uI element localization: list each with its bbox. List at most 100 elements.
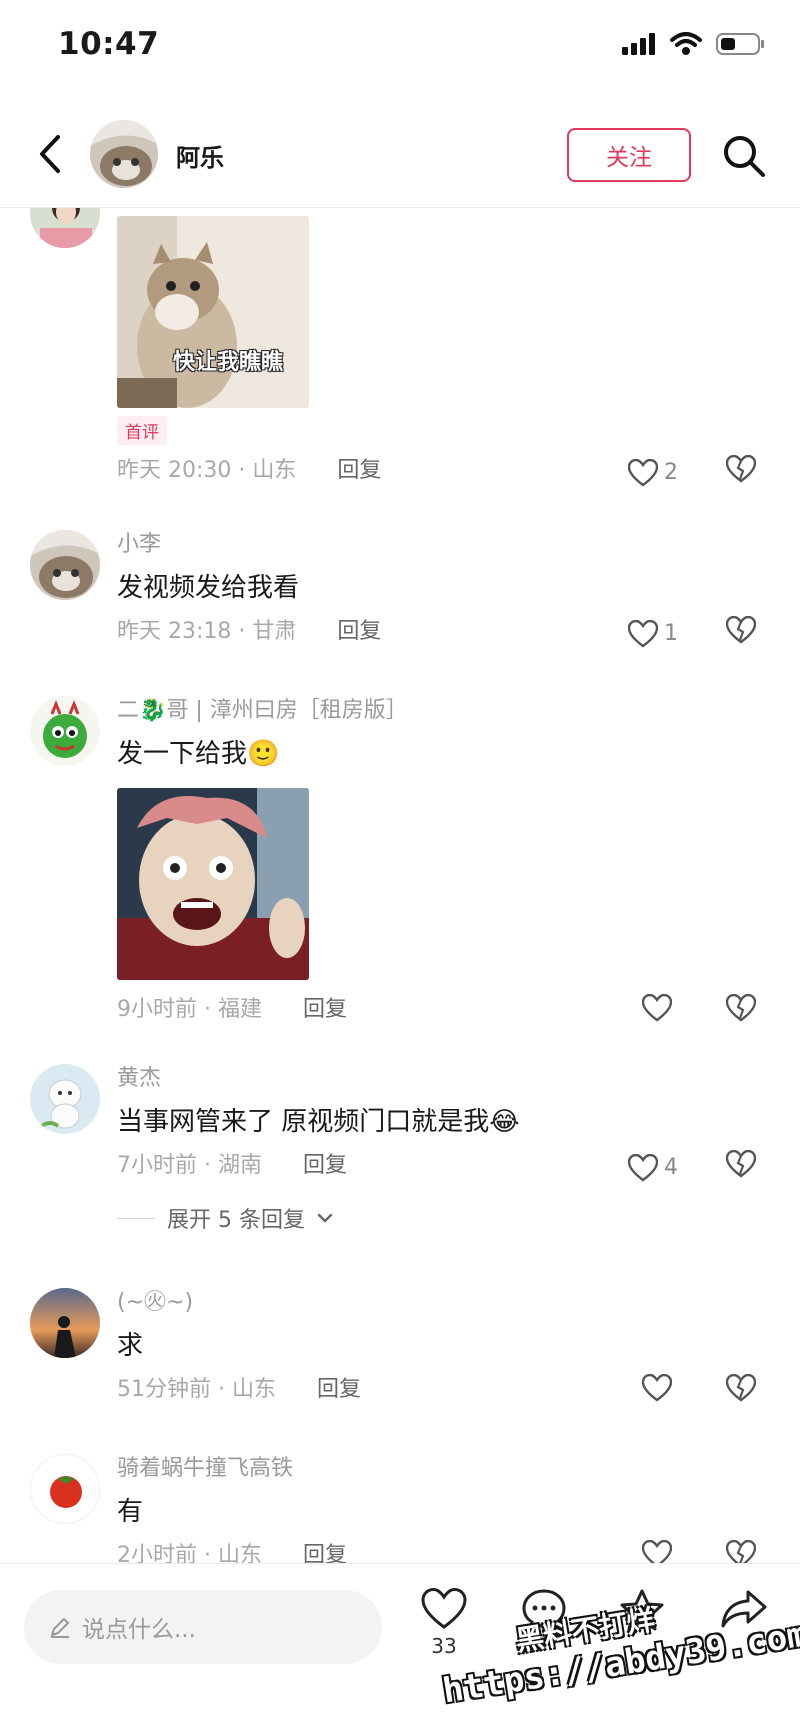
like-count: 4 xyxy=(664,1155,678,1180)
chevron-left-icon xyxy=(40,135,60,173)
comment-body: (~㊋~) 求 51分钟前 · 山东 回复 xyxy=(117,1288,770,1408)
search-button[interactable] xyxy=(720,132,768,180)
comment-list[interactable]: 快让我瞧瞧 首评 昨天 20:30 · 山东 回复 2 小李 发视频发给我看 昨… xyxy=(0,208,800,1563)
expand-replies-label: 展开 5 条回复 xyxy=(167,1208,305,1233)
like-button[interactable] xyxy=(642,994,678,1022)
like-button[interactable] xyxy=(642,1374,678,1402)
battery-icon xyxy=(716,33,764,55)
author-avatar[interactable] xyxy=(90,120,158,188)
comment-image[interactable]: 快让我瞧瞧 xyxy=(117,216,309,408)
comment-body: 黄杰 当事网管来了 原视频门口就是我😂 7小时前 · 湖南 回复 4 展开 5 … xyxy=(117,1064,770,1234)
like-button[interactable] xyxy=(642,1540,678,1563)
status-time: 10:47 xyxy=(58,26,160,62)
reply-button[interactable]: 回复 xyxy=(337,458,381,483)
comment-time-location: 7小时前 · 湖南 xyxy=(117,1153,262,1178)
comment-body: 快让我瞧瞧 首评 昨天 20:30 · 山东 回复 2 xyxy=(117,208,770,489)
comment-body: 小李 发视频发给我看 昨天 23:18 · 甘肃 回复 1 xyxy=(117,530,770,650)
first-comment-badge: 首评 xyxy=(117,416,167,445)
cat-sticker-icon xyxy=(117,216,309,408)
bottom-action-bar: 说点什么... 33 黑料不打烊 https://abdy39.com xyxy=(0,1563,800,1733)
sunset-avatar-icon xyxy=(30,1288,100,1358)
heart-icon xyxy=(642,1374,672,1402)
heart-icon xyxy=(421,1588,467,1629)
follow-button[interactable]: 关注 xyxy=(567,128,691,182)
wifi-icon xyxy=(670,32,702,55)
comment-time-location: 昨天 20:30 · 山东 xyxy=(117,458,297,483)
commenter-avatar[interactable] xyxy=(30,1454,100,1524)
dislike-button[interactable] xyxy=(725,1373,757,1414)
avatar-image-icon xyxy=(30,208,100,248)
status-bar: 10:47 xyxy=(0,0,800,100)
comment-body: 二🐉哥 | 漳州曰房［租房版］ 发一下给我🙂 9小时前 · 福建 回复 xyxy=(117,696,770,1028)
reply-button[interactable]: 回复 xyxy=(303,1543,347,1563)
broken-heart-icon xyxy=(725,454,757,483)
dislike-button[interactable] xyxy=(725,454,757,495)
like-button[interactable]: 4 xyxy=(628,1150,678,1186)
reply-button[interactable]: 回复 xyxy=(337,619,381,644)
comment-username[interactable]: (~㊋~) xyxy=(117,1288,770,1318)
status-icons xyxy=(622,32,766,56)
comment-username[interactable]: 二🐉哥 | 漳州曰房［租房版］ xyxy=(117,696,770,726)
like-button[interactable]: 1 xyxy=(628,616,678,652)
dislike-button[interactable] xyxy=(725,993,757,1034)
like-count: 2 xyxy=(664,460,678,485)
broken-heart-icon xyxy=(725,993,757,1022)
comment-username[interactable]: 小李 xyxy=(117,530,770,560)
heart-icon xyxy=(642,1540,672,1563)
commenter-avatar[interactable] xyxy=(30,208,100,248)
comment-meta: 7小时前 · 湖南 回复 4 xyxy=(117,1148,770,1184)
comment-input-placeholder: 说点什么... xyxy=(82,1617,196,1643)
comment-time-location: 9小时前 · 福建 xyxy=(117,997,262,1022)
dragon-avatar-icon xyxy=(30,696,100,766)
author-name: 阿乐 xyxy=(176,144,224,172)
comment-time-location: 昨天 23:18 · 甘肃 xyxy=(117,619,297,644)
pencil-icon xyxy=(51,1618,69,1638)
comment-image[interactable] xyxy=(117,788,309,980)
commenter-avatar[interactable] xyxy=(30,696,100,766)
comment-username[interactable]: 黄杰 xyxy=(117,1064,770,1094)
cat-avatar-icon xyxy=(90,120,158,188)
anime-sticker-icon xyxy=(117,788,309,980)
dislike-button[interactable] xyxy=(725,1149,757,1190)
image-caption: 快让我瞧瞧 xyxy=(173,350,284,375)
like-count: 1 xyxy=(664,621,678,646)
comment-time-location: 2小时前 · 山东 xyxy=(117,1543,262,1563)
heart-icon xyxy=(628,459,658,487)
reply-button[interactable]: 回复 xyxy=(317,1377,361,1402)
like-button[interactable]: 2 xyxy=(628,455,678,491)
comment-meta: 51分钟前 · 山东 回复 xyxy=(117,1372,770,1408)
tomato-avatar-icon xyxy=(31,1455,99,1523)
expand-replies-button[interactable]: 展开 5 条回复 xyxy=(117,1202,770,1234)
dislike-button[interactable] xyxy=(725,1539,757,1563)
heart-icon xyxy=(628,620,658,648)
commenter-avatar[interactable] xyxy=(30,1288,100,1358)
comment-meta: 昨天 20:30 · 山东 回复 2 xyxy=(117,453,770,489)
heart-icon xyxy=(642,994,672,1022)
cat-avatar-icon xyxy=(30,530,100,600)
dislike-button[interactable] xyxy=(725,615,757,656)
signal-icon xyxy=(622,33,655,55)
reply-button[interactable]: 回复 xyxy=(303,1153,347,1178)
broken-heart-icon xyxy=(725,1149,757,1178)
broken-heart-icon xyxy=(725,1539,757,1563)
heart-icon xyxy=(628,1154,658,1182)
comment-meta: 9小时前 · 福建 回复 xyxy=(117,992,770,1028)
comment-text: 发一下给我🙂 xyxy=(117,739,280,769)
top-nav: 阿乐 关注 xyxy=(0,100,800,208)
comment-username[interactable]: 骑着蜗牛撞飞高铁 xyxy=(117,1454,770,1484)
reply-button[interactable]: 回复 xyxy=(303,997,347,1022)
chevron-down-icon xyxy=(317,1213,333,1223)
comment-text: 发视频发给我看 xyxy=(117,573,300,603)
comment-text: 求 xyxy=(117,1331,144,1361)
comment-text: 当事网管来了 原视频门口就是我😂 xyxy=(117,1107,520,1137)
comment-input[interactable]: 说点什么... xyxy=(24,1590,382,1664)
comment-meta: 2小时前 · 山东 回复 xyxy=(117,1538,770,1563)
commenter-avatar[interactable] xyxy=(30,530,100,600)
expand-divider xyxy=(117,1217,155,1219)
comment-time-location: 51分钟前 · 山东 xyxy=(117,1377,276,1402)
broken-heart-icon xyxy=(725,1373,757,1402)
comment-text: 有 xyxy=(117,1497,144,1527)
commenter-avatar[interactable] xyxy=(30,1064,100,1134)
broken-heart-icon xyxy=(725,615,757,644)
back-button[interactable] xyxy=(30,130,70,178)
